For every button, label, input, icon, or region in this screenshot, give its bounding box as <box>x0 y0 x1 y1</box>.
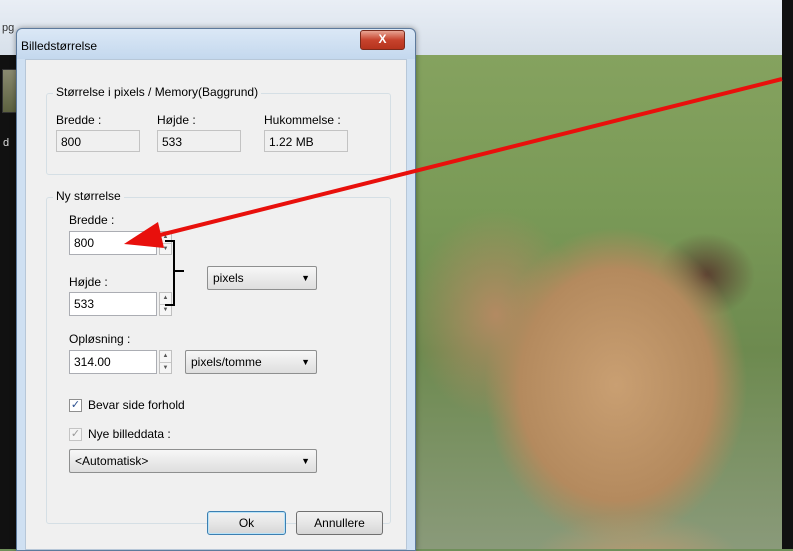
new-height-input[interactable]: 533 <box>69 292 157 316</box>
current-memory-value: 1.22 MB <box>264 130 348 152</box>
current-width-label: Bredde : <box>56 113 102 127</box>
resolution-unit-value: pixels/tomme <box>191 355 262 369</box>
current-memory-label: Hukommelse : <box>264 113 341 127</box>
new-height-label: Højde : <box>69 275 108 289</box>
current-height-label: Højde : <box>157 113 196 127</box>
new-width-label: Bredde : <box>69 213 115 227</box>
current-height-value: 533 <box>157 130 241 152</box>
link-bracket-tick <box>175 270 184 272</box>
close-icon: X <box>378 32 387 46</box>
close-button[interactable]: X <box>360 30 405 50</box>
size-unit-value: pixels <box>213 271 244 285</box>
size-unit-dropdown[interactable]: pixels ▼ <box>207 266 317 290</box>
resolution-label: Opløsning : <box>69 332 131 346</box>
current-width-value: 800 <box>56 130 140 152</box>
keep-ratio-label[interactable]: Bevar side forhold <box>88 398 185 412</box>
new-data-label[interactable]: Nye billeddata : <box>88 427 171 441</box>
image-size-dialog: Billedstørrelse X Størrelse i pixels / M… <box>16 28 416 551</box>
resample-dropdown[interactable]: <Automatisk> ▼ <box>69 449 317 473</box>
ok-button[interactable]: Ok <box>207 511 286 535</box>
link-bracket <box>165 240 175 306</box>
current-size-group: Størrelse i pixels / Memory(Baggrund) Br… <box>46 85 391 175</box>
app-tab-fragment: pg <box>2 22 15 34</box>
resolution-unit-dropdown[interactable]: pixels/tomme ▼ <box>185 350 317 374</box>
spin-down-icon[interactable]: ▼ <box>160 363 171 374</box>
side-panel-text: d <box>3 137 10 149</box>
dialog-body: Størrelse i pixels / Memory(Baggrund) Br… <box>25 59 407 550</box>
new-data-checkbox[interactable]: ✓ <box>69 428 82 441</box>
new-size-legend: Ny størrelse <box>53 189 124 203</box>
resolution-input[interactable]: 314.00 <box>69 350 157 374</box>
new-width-input[interactable]: 800 <box>69 231 157 255</box>
spin-up-icon[interactable]: ▲ <box>160 351 171 363</box>
spin-down-icon[interactable]: ▼ <box>160 305 171 316</box>
app-right-border <box>782 0 793 549</box>
chevron-down-icon: ▼ <box>301 456 310 466</box>
resolution-spinner[interactable]: ▲ ▼ <box>159 350 172 374</box>
cancel-button[interactable]: Annullere <box>296 511 383 535</box>
dialog-title: Billedstørrelse <box>21 39 98 53</box>
dialog-titlebar[interactable]: Billedstørrelse X <box>17 29 415 59</box>
keep-ratio-checkbox[interactable]: ✓ <box>69 399 82 412</box>
resample-value: <Automatisk> <box>75 454 149 468</box>
current-size-legend: Størrelse i pixels / Memory(Baggrund) <box>53 85 262 99</box>
chevron-down-icon: ▼ <box>301 357 310 367</box>
chevron-down-icon: ▼ <box>301 273 310 283</box>
